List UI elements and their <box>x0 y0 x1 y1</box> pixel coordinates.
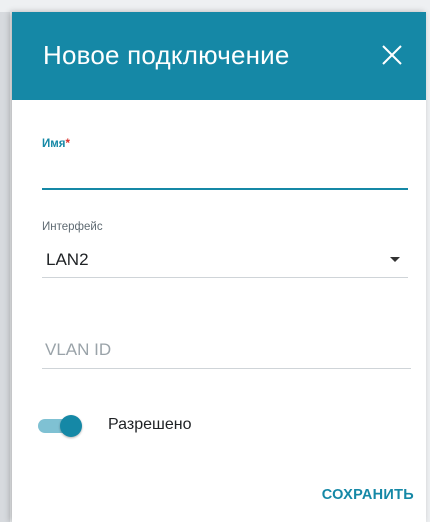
name-label: Имя* <box>42 138 70 150</box>
page-background: Новое подключение Имя* Интерфейс LAN2 VL… <box>0 0 430 522</box>
dialog-title: Новое подключение <box>43 40 290 70</box>
vlan-id-input[interactable] <box>42 332 411 369</box>
required-mark: * <box>65 138 70 150</box>
enabled-label: Разрешено <box>108 416 192 433</box>
enabled-toggle[interactable] <box>38 415 82 437</box>
close-icon[interactable] <box>380 43 404 67</box>
name-label-text: Имя <box>42 138 66 150</box>
toggle-knob <box>60 415 82 437</box>
name-field: Имя* <box>42 138 408 194</box>
chevron-down-icon <box>390 257 400 262</box>
interface-select[interactable]: LAN2 <box>42 241 408 278</box>
new-connection-dialog: Новое подключение Имя* Интерфейс LAN2 VL… <box>12 12 426 522</box>
background-panel-edge <box>0 12 10 522</box>
interface-selected-value: LAN2 <box>46 250 89 269</box>
interface-field: Интерфейс LAN2 <box>42 219 408 281</box>
name-input[interactable] <box>42 160 408 190</box>
vlan-id-field <box>42 332 411 370</box>
save-button[interactable]: СОХРАНИТЬ <box>322 487 414 503</box>
interface-label: Интерфейс <box>42 221 103 233</box>
dialog-header: Новое подключение <box>12 12 426 100</box>
